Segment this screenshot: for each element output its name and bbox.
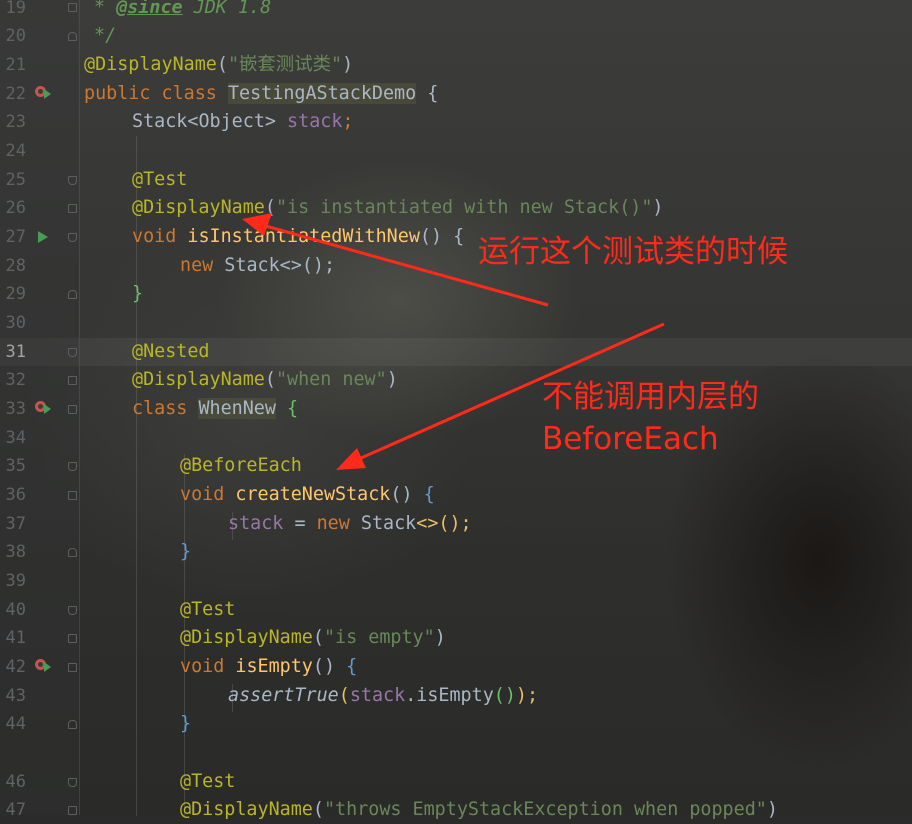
annotation-arrows [242,213,665,470]
annotation-note-2-line1: 不能调用内层的 [542,379,759,415]
annotation-note-2-line2: BeforeEach [542,421,719,457]
annotation-note-1: 运行这个测试类的时候 [478,234,788,270]
arrowhead-2 [336,448,366,470]
arrowhead-1 [242,213,272,236]
